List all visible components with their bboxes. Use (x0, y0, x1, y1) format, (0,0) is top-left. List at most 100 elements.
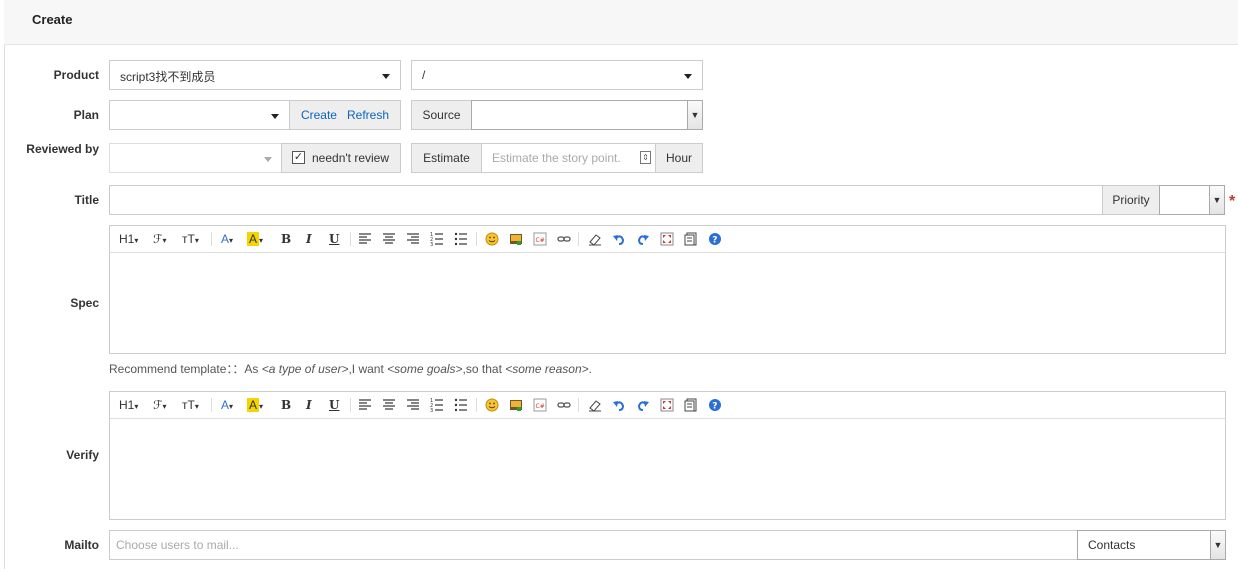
contacts-value: Contacts (1088, 538, 1136, 552)
fullscreen-icon[interactable] (660, 398, 674, 412)
heading-button[interactable]: H1▾ (119, 397, 138, 413)
source-label: Source (411, 100, 472, 130)
template-icon[interactable] (684, 398, 698, 412)
estimate-unit: Hour (655, 143, 703, 173)
ordered-list-icon[interactable]: 123 (430, 232, 444, 246)
forecolor-button[interactable]: A▾ (221, 397, 233, 413)
svg-text:C#: C# (536, 237, 545, 244)
product-value: script3找不到成员 (120, 70, 216, 84)
underline-button[interactable]: U (329, 397, 339, 413)
source-select[interactable]: ▼ (471, 100, 703, 130)
priority-select[interactable]: ▼ (1159, 185, 1225, 215)
product-select[interactable]: script3找不到成员 (109, 60, 401, 90)
reviewer-select[interactable] (109, 143, 282, 173)
spinner-icon[interactable]: ⇕ (640, 151, 651, 164)
code-icon[interactable]: C# (533, 232, 547, 246)
help-icon[interactable]: ? (708, 398, 722, 412)
align-left-icon[interactable] (358, 398, 372, 412)
product-label: Product (53, 68, 99, 82)
unordered-list-icon[interactable] (454, 232, 468, 246)
mailto-placeholder: Choose users to mail... (116, 538, 239, 552)
italic-button[interactable]: I (306, 397, 312, 413)
font-family-button[interactable]: ℱ▾ (153, 231, 166, 247)
redo-icon[interactable] (636, 398, 650, 412)
spec-label: Spec (70, 296, 99, 310)
redo-icon[interactable] (636, 232, 650, 246)
align-left-icon[interactable] (358, 232, 372, 246)
verify-toolbar: H1▾ ℱ▾ ᴛT▾ A▾ A ▾ B I U 123 C# ? (110, 392, 1225, 419)
link-icon[interactable] (557, 398, 571, 412)
chevron-down-icon (271, 114, 279, 119)
chevron-down-icon (382, 74, 390, 79)
font-size-button[interactable]: ᴛT▾ (182, 231, 199, 247)
mailto-input[interactable]: Choose users to mail... (109, 530, 1078, 560)
align-center-icon[interactable] (382, 232, 396, 246)
svg-text:3: 3 (430, 242, 433, 246)
ordered-list-icon[interactable]: 123 (430, 398, 444, 412)
svg-text:?: ? (712, 402, 717, 412)
verify-textarea[interactable] (110, 419, 1225, 519)
svg-text:?: ? (712, 236, 717, 246)
priority-label: Priority (1102, 185, 1160, 215)
chevron-down-icon: ▼ (687, 101, 702, 129)
hilitecolor-button[interactable]: A ▾ (247, 231, 263, 247)
spec-toolbar: H1▾ ℱ▾ ᴛT▾ A▾ A ▾ B I U 123 C# ? (110, 226, 1225, 253)
panel-header: Create (4, 0, 1238, 45)
code-icon[interactable]: C# (533, 398, 547, 412)
hilitecolor-button[interactable]: A ▾ (247, 397, 263, 413)
neednt-review-checkbox[interactable]: ✓ (292, 151, 305, 164)
plan-label: Plan (73, 108, 99, 122)
eraser-icon[interactable] (588, 398, 602, 412)
image-icon[interactable] (509, 398, 523, 412)
fullscreen-icon[interactable] (660, 232, 674, 246)
undo-icon[interactable] (612, 398, 626, 412)
branch-select[interactable]: / (411, 60, 703, 90)
template-icon[interactable] (684, 232, 698, 246)
undo-icon[interactable] (612, 232, 626, 246)
verify-label: Verify (66, 448, 99, 462)
emoticon-icon[interactable] (485, 398, 499, 412)
estimate-label: Estimate (411, 143, 482, 173)
bold-button[interactable]: B (281, 397, 291, 413)
estimate-input[interactable]: Estimate the story point. ⇕ (481, 143, 656, 173)
align-right-icon[interactable] (406, 232, 420, 246)
unordered-list-icon[interactable] (454, 398, 468, 412)
plan-select[interactable] (109, 100, 290, 130)
spec-textarea[interactable] (110, 253, 1225, 353)
recommend-template-hint: Recommend template：：As <a type of user>,… (109, 362, 592, 376)
help-icon[interactable]: ? (708, 232, 722, 246)
required-mark: * (1229, 193, 1236, 210)
svg-text:C#: C# (536, 403, 545, 410)
page-title: Create (32, 12, 73, 27)
link-icon[interactable] (557, 232, 571, 246)
neednt-review-label: needn't review (312, 151, 390, 165)
align-right-icon[interactable] (406, 398, 420, 412)
plan-actions: Create Refresh (289, 100, 401, 130)
svg-text:3: 3 (430, 408, 433, 412)
chevron-down-icon (684, 74, 692, 79)
italic-button[interactable]: I (306, 231, 312, 247)
refresh-plan-link[interactable]: Refresh (347, 108, 389, 122)
bold-button[interactable]: B (281, 231, 291, 247)
title-input[interactable] (109, 185, 1104, 215)
font-family-button[interactable]: ℱ▾ (153, 397, 166, 413)
forecolor-button[interactable]: A▾ (221, 231, 233, 247)
image-icon[interactable] (509, 232, 523, 246)
title-label: Title (74, 193, 99, 207)
spec-editor: H1▾ ℱ▾ ᴛT▾ A▾ A ▾ B I U 123 C# ? (109, 225, 1226, 354)
create-plan-link[interactable]: Create (301, 108, 337, 122)
eraser-icon[interactable] (588, 232, 602, 246)
branch-value: / (422, 68, 426, 82)
font-size-button[interactable]: ᴛT▾ (182, 397, 199, 413)
chevron-down-icon: ▼ (1209, 186, 1224, 214)
emoticon-icon[interactable] (485, 232, 499, 246)
verify-editor: H1▾ ℱ▾ ᴛT▾ A▾ A ▾ B I U 123 C# ? (109, 391, 1226, 520)
underline-button[interactable]: U (329, 231, 339, 247)
reviewed-by-label: Reviewed by (26, 142, 99, 156)
contacts-select[interactable]: Contacts ▼ (1077, 530, 1226, 560)
heading-button[interactable]: H1▾ (119, 231, 138, 247)
mailto-label: Mailto (64, 538, 99, 552)
align-center-icon[interactable] (382, 398, 396, 412)
chevron-down-icon: ▼ (1210, 531, 1225, 559)
neednt-review-addon: ✓ needn't review (281, 143, 401, 173)
